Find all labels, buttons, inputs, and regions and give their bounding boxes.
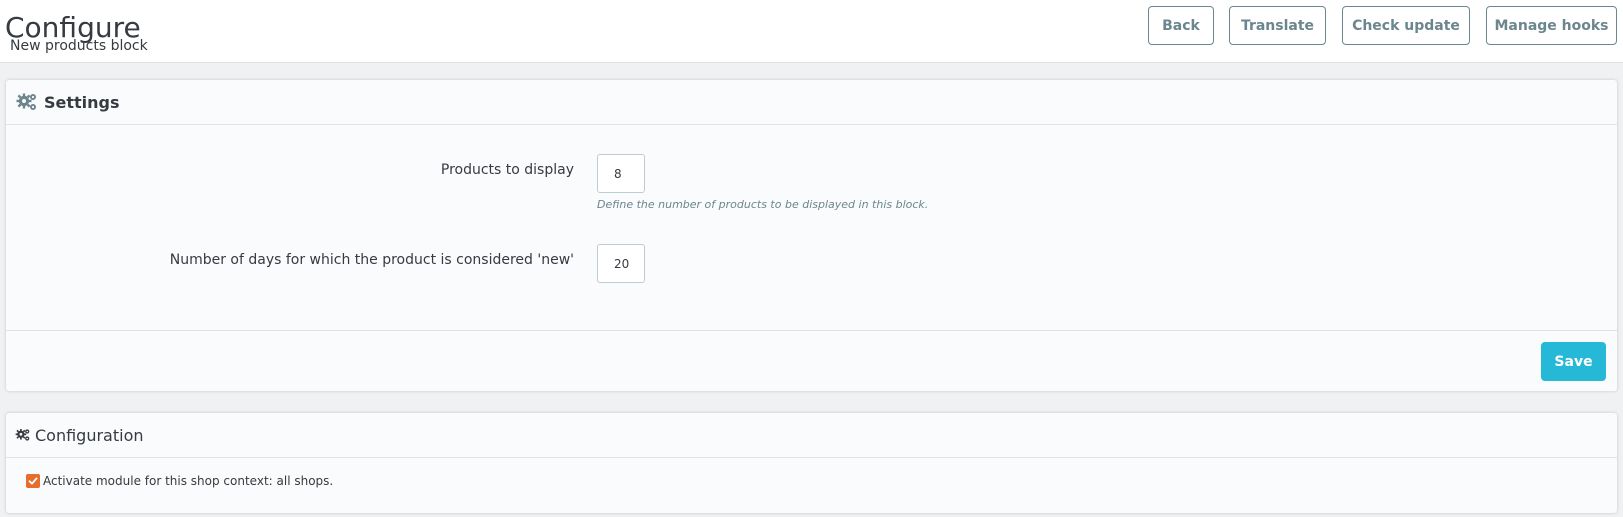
products-to-display-help: Define the number of products to be disp… xyxy=(597,198,929,211)
page-subtitle: New products block xyxy=(10,38,148,54)
new-days-label: Number of days for which the product is … xyxy=(169,252,574,268)
gears-icon xyxy=(16,92,38,112)
configuration-heading: Configuration xyxy=(35,425,144,445)
configuration-panel: Configuration Activate module for this s… xyxy=(6,413,1617,513)
settings-panel-heading: Settings xyxy=(6,80,1617,125)
check-update-button[interactable]: Check update xyxy=(1342,6,1470,45)
products-to-display-input[interactable] xyxy=(597,154,645,193)
activate-module-label: Activate module for this shop context: a… xyxy=(43,474,334,488)
settings-panel: Settings Products to display Define the … xyxy=(6,80,1617,391)
settings-heading: Settings xyxy=(44,92,120,112)
settings-panel-footer: Save xyxy=(6,330,1617,391)
new-days-input[interactable] xyxy=(597,244,645,283)
activate-module-row[interactable]: Activate module for this shop context: a… xyxy=(26,474,333,488)
checkmark-icon xyxy=(28,477,38,485)
page-header: Configure New products block Back Transl… xyxy=(0,0,1623,63)
products-to-display-label: Products to display xyxy=(440,162,574,178)
translate-button[interactable]: Translate xyxy=(1229,6,1326,45)
save-button[interactable]: Save xyxy=(1541,342,1606,381)
manage-hooks-button[interactable]: Manage hooks xyxy=(1486,6,1617,45)
gears-icon xyxy=(15,428,31,442)
activate-module-checkbox[interactable] xyxy=(26,474,40,488)
back-button[interactable]: Back xyxy=(1148,6,1214,45)
configuration-panel-heading: Configuration xyxy=(6,413,1617,458)
